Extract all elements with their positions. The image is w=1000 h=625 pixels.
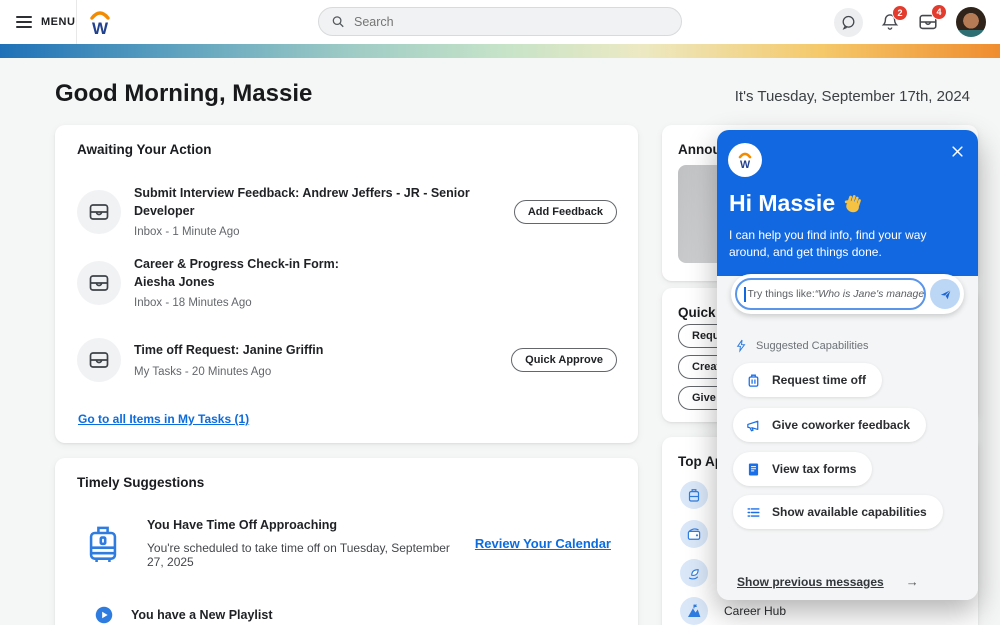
search-bar[interactable] (318, 7, 682, 36)
workday-home-page: MENU W Search 2 4 Good Morning, Massie I… (0, 0, 1000, 625)
show-previous-messages-link[interactable]: Show previous messages (737, 575, 884, 589)
megaphone-icon (747, 420, 759, 431)
go-to-my-tasks-link[interactable]: Go to all Items in My Tasks (1) (78, 412, 249, 426)
assistant-input[interactable]: Try things like: “Who is Jane's manager?… (735, 278, 926, 310)
document-icon (748, 462, 759, 476)
task-item[interactable]: Time off Request: Janine Griffin My Task… (77, 338, 617, 382)
timely-suggestions-card: Timely Suggestions You Have Time Off App… (55, 458, 638, 625)
luggage-icon (748, 374, 759, 387)
review-calendar-link[interactable]: Review Your Calendar (475, 536, 611, 551)
notifications-button[interactable]: 2 (880, 5, 908, 32)
menu-label: MENU (41, 16, 76, 28)
suggestion-title: You have a New Playlist (131, 608, 273, 622)
date-text: It's Tuesday, September 17th, 2024 (734, 88, 970, 105)
top-nav-bar: MENU W Search 2 4 (0, 0, 1000, 44)
capability-give-feedback[interactable]: Give coworker feedback (733, 408, 927, 442)
search-icon (332, 16, 344, 28)
career-hub-app-icon (680, 597, 708, 625)
chat-button[interactable] (834, 7, 863, 37)
hamburger-icon (16, 15, 32, 29)
list-icon (747, 507, 760, 517)
forward-arrow-icon[interactable]: → (906, 574, 919, 589)
waving-hand-emoji (844, 194, 861, 212)
suggestion-item[interactable]: You Have Time Off Approaching You're sch… (81, 518, 611, 569)
playlist-icon (95, 606, 113, 624)
inbox-button[interactable]: 4 (917, 4, 947, 33)
task-meta: Inbox - 1 Minute Ago (134, 226, 240, 238)
card-title: Awaiting Your Action (77, 142, 212, 157)
workday-logo-icon: W (90, 11, 110, 37)
assistant-input-bar: Try things like: “Who is Jane's manager?… (731, 274, 964, 314)
task-meta: Inbox - 18 Minutes Ago (134, 297, 252, 309)
inbox-badge: 4 (931, 4, 947, 20)
suggestion-subtitle: You're scheduled to take time off on Tue… (147, 541, 450, 569)
assistant-description: I can help you find info, find your way … (729, 228, 927, 260)
suggested-capabilities-label: Suggested Capabilities (735, 338, 869, 353)
lightning-icon (736, 339, 746, 353)
suggestion-item[interactable]: You have a New Playlist (93, 604, 611, 625)
awaiting-your-action-card: Awaiting Your Action Submit Interview Fe… (55, 125, 638, 443)
inbox-item-icon (77, 338, 121, 382)
workday-logo[interactable]: W (86, 7, 114, 37)
menu-button[interactable]: MENU (16, 0, 75, 44)
chat-bubble-icon (842, 15, 855, 30)
capability-show-capabilities[interactable]: Show available capabilities (733, 495, 943, 529)
send-button[interactable] (930, 279, 960, 309)
inbox-item-icon (77, 189, 121, 234)
app-label: Career Hub (724, 604, 787, 618)
assistant-header: W Hi Massie I can help you find info, fi… (717, 130, 978, 276)
task-title: Submit Interview Feedback: Andrew Jeffer… (134, 186, 470, 218)
task-title: Time off Request: Janine Griffin (134, 343, 324, 358)
task-item[interactable]: Career & Progress Check-in Form: Aiesha … (77, 256, 617, 309)
luggage-icon (89, 526, 117, 562)
app-item[interactable]: Career Hub (680, 597, 786, 625)
notifications-badge: 2 (892, 5, 908, 21)
brand-gradient-strip (0, 44, 1000, 58)
close-icon[interactable] (948, 142, 966, 160)
suggestion-title: You Have Time Off Approaching (147, 518, 338, 532)
assistant-greeting: Hi Massie (729, 190, 865, 217)
profile-avatar[interactable] (956, 7, 986, 37)
search-input[interactable] (353, 14, 669, 29)
capability-view-tax-forms[interactable]: View tax forms (733, 452, 873, 486)
task-item[interactable]: Submit Interview Feedback: Andrew Jeffer… (77, 185, 617, 238)
pay-app-icon (680, 520, 708, 548)
assistant-workday-logo: W (728, 143, 762, 177)
svg-text:W: W (740, 159, 751, 171)
text-cursor (744, 286, 746, 302)
task-title: Career & Progress Check-in Form: Aiesha … (134, 257, 339, 289)
assistant-panel: W Hi Massie I can help you find info, fi… (717, 130, 978, 600)
svg-text:W: W (92, 19, 109, 37)
card-title: Timely Suggestions (77, 475, 205, 490)
task-meta: My Tasks - 20 Minutes Ago (134, 365, 272, 378)
add-feedback-button[interactable]: Add Feedback (513, 199, 617, 224)
inbox-item-icon (77, 260, 121, 305)
time-off-app-icon (680, 481, 708, 509)
divider (76, 0, 77, 44)
page-title: Good Morning, Massie (55, 80, 313, 107)
quick-approve-button[interactable]: Quick Approve (511, 348, 617, 372)
capability-request-time-off[interactable]: Request time off (733, 363, 883, 397)
benefits-app-icon (680, 559, 708, 587)
paper-plane-icon (940, 289, 951, 299)
assistant-body: Suggested Capabilities Request time off … (717, 276, 978, 600)
